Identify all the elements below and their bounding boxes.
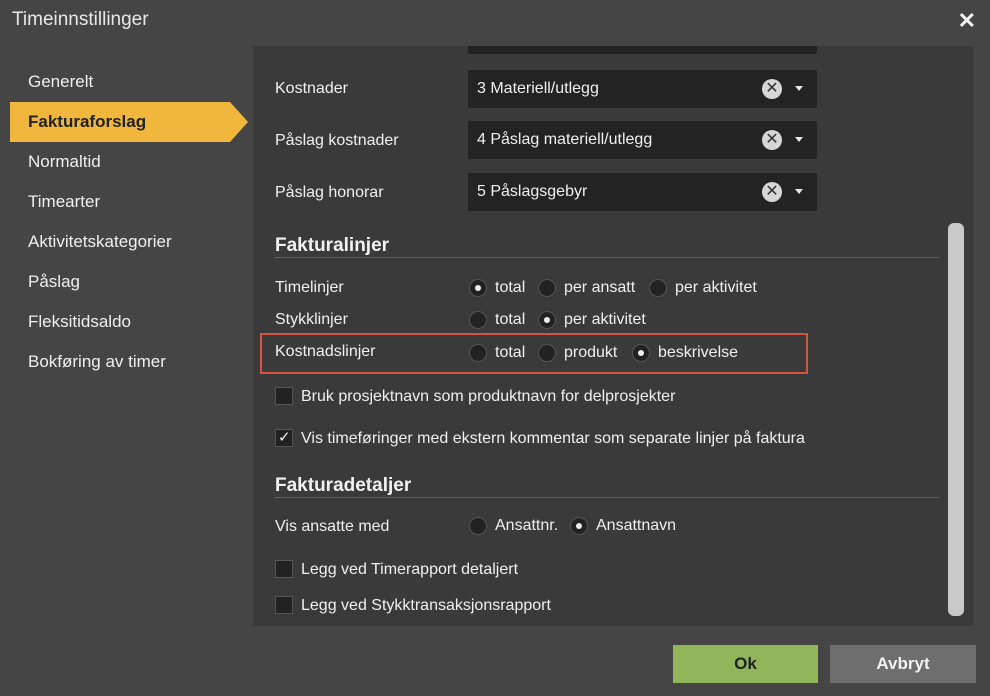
prosjektnavn-checkbox-label[interactable]: Bruk prosjektnavn som produktnavn for de… — [301, 388, 675, 406]
timeforinger-checkbox-label[interactable]: Vis timeføringer med ekstern kommentar s… — [301, 430, 805, 448]
close-icon[interactable]: ✕ — [958, 8, 976, 34]
stykklinjer-label: Stykklinjer — [275, 311, 348, 328]
radio[interactable] — [649, 279, 667, 297]
paslag-kostnader-value: 4 Påslag materiell/utlegg — [477, 131, 653, 148]
ok-button[interactable]: Ok — [673, 645, 818, 683]
stykk-checkbox-label[interactable]: Legg ved Stykktransaksjonsrapport — [301, 597, 551, 615]
nav-item-timearter[interactable]: Timearter — [0, 182, 240, 222]
stykk-checkbox[interactable] — [275, 596, 293, 614]
dialog-titlebar: Timeinnstillinger ✕ — [0, 0, 990, 40]
radio-selected[interactable] — [538, 311, 556, 329]
radio[interactable] — [469, 311, 487, 329]
nav-item-bokforing[interactable]: Bokføring av timer — [0, 342, 240, 382]
timerapport-checkbox-label[interactable]: Legg ved Timerapport detaljert — [301, 561, 518, 579]
fakturalinjer-heading: Fakturalinjer — [275, 235, 390, 256]
clear-icon[interactable]: ✕ — [762, 130, 782, 150]
timelinjer-label: Timelinjer — [275, 279, 344, 296]
paslag-honorar-value: 5 Påslagsgebyr — [477, 183, 588, 200]
scrollbar-thumb[interactable] — [948, 223, 964, 616]
section-divider — [275, 497, 940, 498]
clear-icon[interactable]: ✕ — [762, 182, 782, 202]
section-divider — [275, 257, 940, 258]
nav-item-aktivitetskategorier[interactable]: Aktivitetskategorier — [0, 222, 240, 262]
kostnader-value: 3 Materiell/utlegg — [477, 80, 599, 97]
radio-selected[interactable] — [570, 517, 588, 535]
kostnader-label: Kostnader — [275, 80, 348, 97]
paslag-kostnader-label: Påslag kostnader — [275, 132, 399, 149]
paslag-honorar-label: Påslag honorar — [275, 184, 384, 201]
kostnader-select[interactable]: 3 Materiell/utlegg ✕ — [468, 70, 817, 108]
vis-ansatte-label: Vis ansatte med — [275, 518, 390, 535]
timeforinger-checkbox[interactable] — [275, 428, 293, 447]
nav-item-generelt[interactable]: Generelt — [0, 62, 240, 102]
nav-item-paslag[interactable]: Påslag — [0, 262, 240, 302]
radio[interactable] — [469, 517, 487, 535]
timerapport-checkbox[interactable] — [275, 560, 293, 578]
chevron-down-icon[interactable] — [795, 189, 803, 194]
clear-icon[interactable]: ✕ — [762, 79, 782, 99]
settings-panel: Kostnader 3 Materiell/utlegg ✕ Påslag ko… — [253, 46, 973, 626]
previous-select-field[interactable] — [468, 46, 817, 54]
chevron-down-icon[interactable] — [795, 86, 803, 91]
paslag-kostnader-select[interactable]: 4 Påslag materiell/utlegg ✕ — [468, 121, 817, 159]
chevron-down-icon[interactable] — [795, 137, 803, 142]
radio-selected[interactable] — [469, 279, 487, 297]
settings-nav: Generelt Fakturaforslag Normaltid Timear… — [0, 62, 248, 382]
kostnadslinjer-label: Kostnadslinjer — [275, 343, 376, 360]
radio[interactable] — [538, 279, 556, 297]
radio[interactable] — [538, 344, 556, 362]
radio[interactable] — [469, 344, 487, 362]
cancel-button[interactable]: Avbryt — [830, 645, 976, 683]
nav-item-fakturaforslag[interactable]: Fakturaforslag — [10, 102, 248, 142]
paslag-honorar-select[interactable]: 5 Påslagsgebyr ✕ — [468, 173, 817, 211]
fakturadetaljer-heading: Fakturadetaljer — [275, 475, 412, 496]
nav-item-normaltid[interactable]: Normaltid — [0, 142, 240, 182]
dialog-title: Timeinnstillinger — [12, 9, 149, 30]
radio-selected[interactable] — [632, 344, 650, 362]
prosjektnavn-checkbox[interactable] — [275, 387, 293, 405]
nav-item-fleksitidsaldo[interactable]: Fleksitidsaldo — [0, 302, 240, 342]
